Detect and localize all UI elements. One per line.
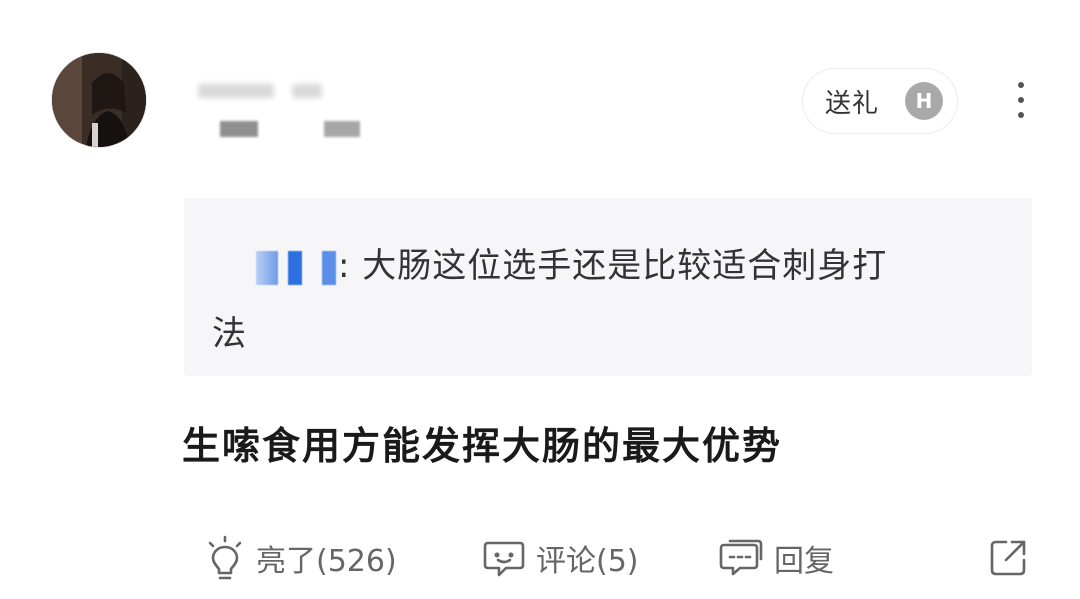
reply-button[interactable]: 回复 (718, 530, 834, 586)
comment-button[interactable]: 评论(5) (482, 530, 639, 586)
quote-text-line-2: 法 (212, 314, 247, 354)
send-gift-button[interactable]: 送礼 H (802, 68, 958, 134)
username[interactable] (198, 80, 348, 102)
h-badge-icon: H (905, 82, 944, 120)
reply-bubble-icon (718, 537, 764, 579)
more-vertical-icon[interactable] (1006, 80, 1036, 120)
comment-body: 生嗦食用方能发挥大肠的最大优势 (182, 424, 783, 468)
like-count-label: 亮了(526) (256, 544, 397, 579)
lightbulb-icon (204, 535, 246, 581)
quote-line-2: 法 (212, 300, 1002, 368)
quoted-comment[interactable]: : 大肠这位选手还是比较适合刺身打 法 (184, 198, 1032, 376)
share-button[interactable] (986, 530, 1030, 586)
send-gift-label: 送礼 (825, 88, 880, 119)
quote-separator: : (338, 246, 363, 286)
share-icon (986, 536, 1030, 580)
quote-text-line-1: 大肠这位选手还是比较适合刺身打 (362, 246, 888, 286)
avatar[interactable] (52, 53, 146, 147)
comment-card: 送礼 H : 大肠这位选手还是比较适合刺身打 法 生嗦食用方能发挥大肠的最大优势 (0, 0, 1080, 599)
user-meta (220, 121, 360, 139)
quote-author[interactable] (256, 248, 336, 288)
comment-bubble-icon (482, 537, 526, 579)
like-button[interactable]: 亮了(526) (204, 530, 397, 586)
comment-actions: 亮了(526) 评论(5) 回复 (196, 530, 1036, 586)
reply-label: 回复 (774, 544, 834, 579)
comment-count-label: 评论(5) (536, 544, 639, 579)
quote-line-1: : 大肠这位选手还是比较适合刺身打 (212, 232, 1002, 300)
